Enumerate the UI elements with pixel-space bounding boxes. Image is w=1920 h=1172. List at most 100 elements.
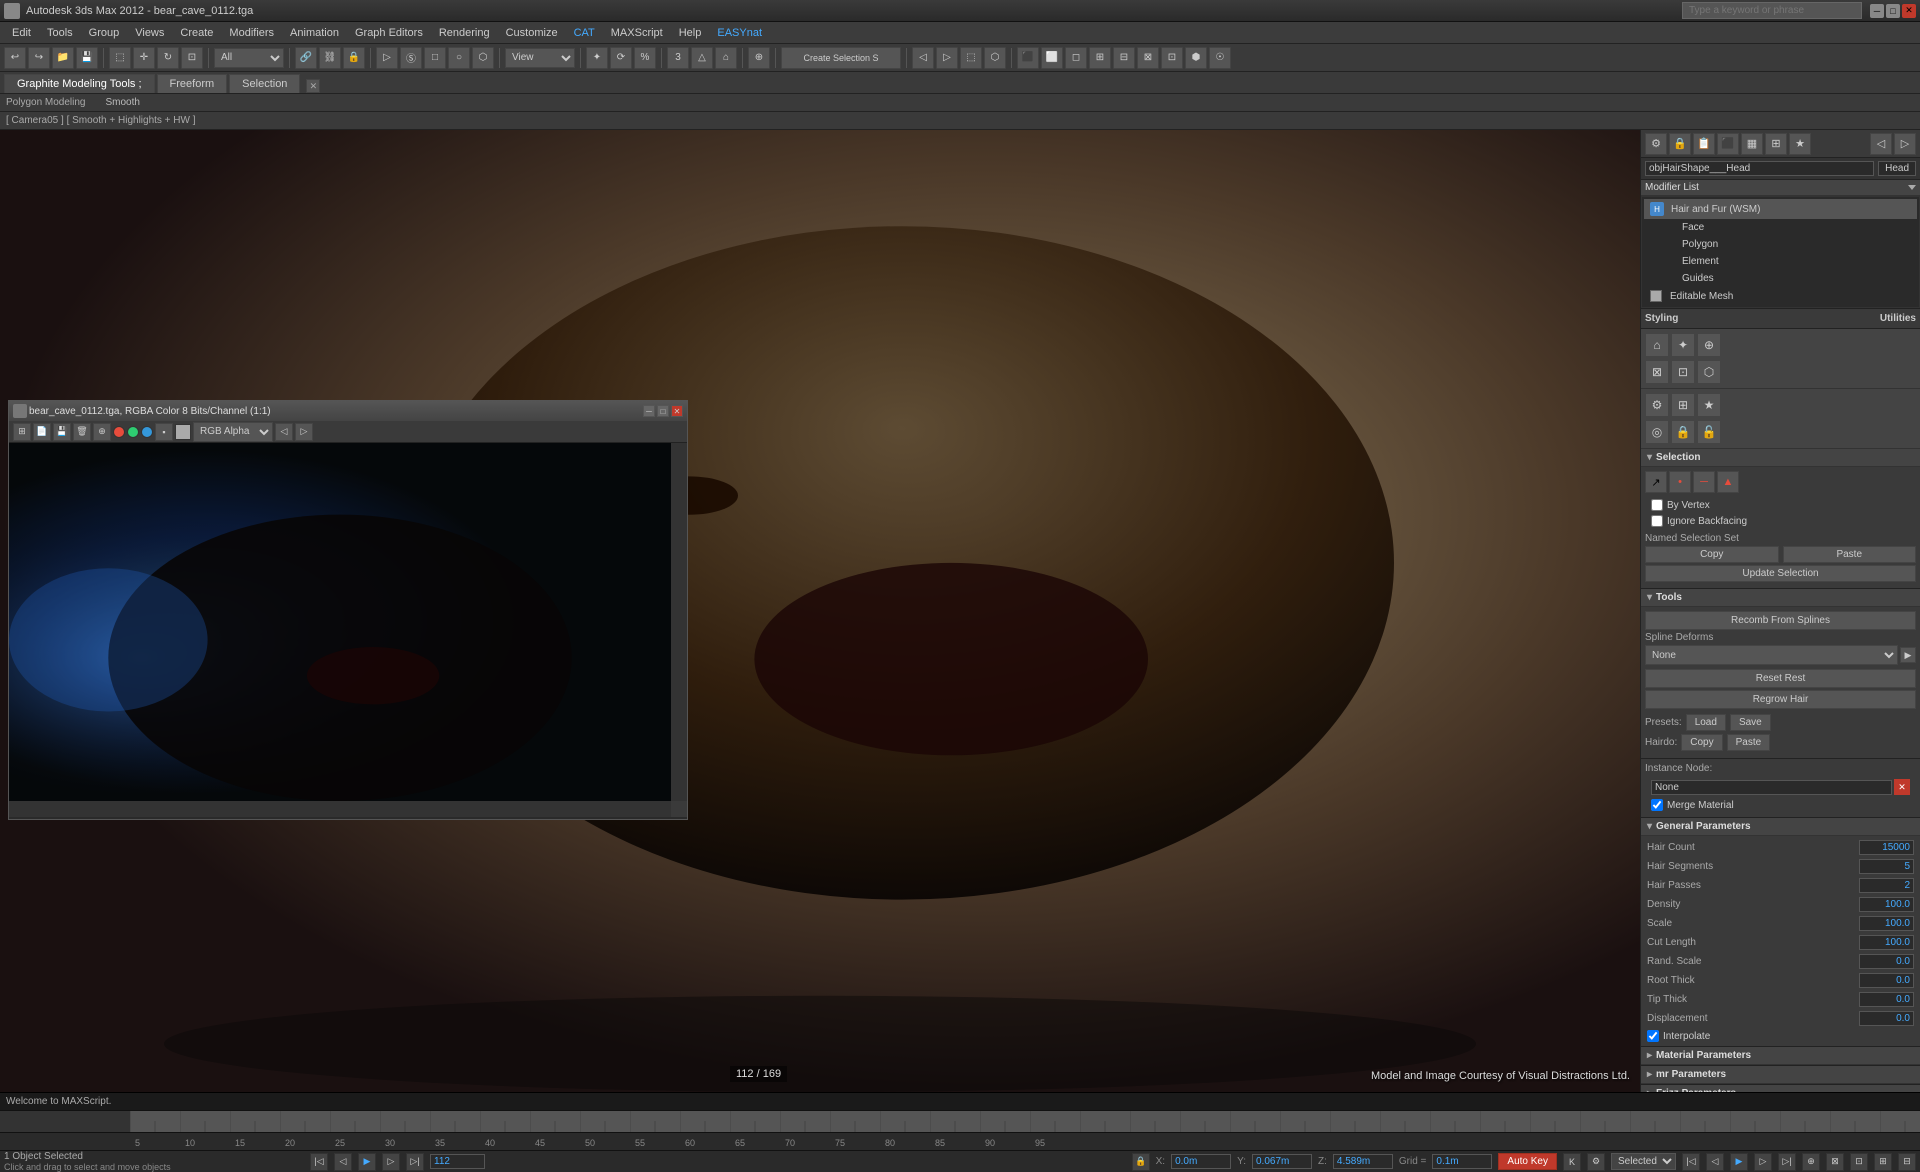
tb-select[interactable]: ⬚ xyxy=(109,47,131,69)
color-mode-select[interactable]: RGB Alpha RGB xyxy=(193,422,273,442)
general-params-collapse[interactable]: ▾ General Parameters xyxy=(1641,818,1920,836)
key-filter-btn[interactable]: ⚙ xyxy=(1587,1153,1605,1171)
close-button[interactable]: ✕ xyxy=(1902,4,1916,18)
tb-render8[interactable]: ⬢ xyxy=(1185,47,1207,69)
fi-trash[interactable]: 🗑 xyxy=(73,423,91,441)
z-input[interactable] xyxy=(1333,1154,1393,1169)
tb-render3[interactable]: ◻ xyxy=(1065,47,1087,69)
pb-extra2[interactable]: ◁ xyxy=(1706,1153,1724,1171)
fi-nav-prev[interactable]: ◁ xyxy=(275,423,293,441)
modifier-item-polygon[interactable]: Polygon xyxy=(1644,236,1917,253)
fi-copy[interactable]: ⊕ xyxy=(93,423,111,441)
selection-paste-btn[interactable]: Paste xyxy=(1783,546,1917,563)
tb-named2[interactable]: ▷ xyxy=(936,47,958,69)
tb-render9[interactable]: ☉ xyxy=(1209,47,1231,69)
obj-name-input[interactable] xyxy=(1645,161,1874,176)
fi-save[interactable]: 💾 xyxy=(53,423,71,441)
tb-render6[interactable]: ⊠ xyxy=(1137,47,1159,69)
tb-circ-sel[interactable]: ○ xyxy=(448,47,470,69)
tb-bind[interactable]: 🔒 xyxy=(343,47,365,69)
modifier-item-hairfur[interactable]: H Hair and Fur (WSM) xyxy=(1644,199,1917,219)
tb-magnet[interactable]: ⊕ xyxy=(748,47,770,69)
viewport-area[interactable]: bear_cave_0112.tga, RGBA Color 8 Bits/Ch… xyxy=(0,130,1640,1092)
hair-passes-input[interactable] xyxy=(1859,878,1914,893)
menu-animation[interactable]: Animation xyxy=(282,25,347,41)
reset-rest-btn[interactable]: Reset Rest xyxy=(1645,669,1916,688)
search-input[interactable] xyxy=(1682,2,1862,19)
x-input[interactable] xyxy=(1171,1154,1231,1169)
sel-icon-edge[interactable]: ─ xyxy=(1693,471,1715,493)
tb-3d[interactable]: 3 xyxy=(667,47,689,69)
util-icon-4[interactable]: ◎ xyxy=(1645,420,1669,444)
tools-collapse[interactable]: ▾ Tools xyxy=(1641,589,1920,607)
tb-render1[interactable]: ⬛ xyxy=(1017,47,1039,69)
tb-move[interactable]: ✛ xyxy=(133,47,155,69)
style-icon-5[interactable]: ⊡ xyxy=(1671,360,1695,384)
tb-undo[interactable]: ↩ xyxy=(4,47,26,69)
float-maximize-btn[interactable]: □ xyxy=(657,405,669,417)
mr-params-collapse[interactable]: ▸ mr Parameters xyxy=(1641,1066,1920,1084)
root-thick-input[interactable] xyxy=(1859,973,1914,988)
hairdo-paste-btn[interactable]: Paste xyxy=(1727,734,1771,751)
merge-material-checkbox[interactable] xyxy=(1651,799,1663,811)
pt-icon-1[interactable]: ⚙ xyxy=(1645,133,1667,155)
tb-percent[interactable]: % xyxy=(634,47,656,69)
grid-input[interactable] xyxy=(1432,1154,1492,1169)
hair-segments-input[interactable] xyxy=(1859,859,1914,874)
menu-help[interactable]: Help xyxy=(671,25,710,41)
pb-extra5[interactable]: ▷| xyxy=(1778,1153,1796,1171)
menu-easynat[interactable]: EASYnat xyxy=(709,25,770,41)
minimize-button[interactable]: ─ xyxy=(1870,4,1884,18)
material-params-collapse[interactable]: ▸ Material Parameters xyxy=(1641,1047,1920,1065)
interpolate-checkbox[interactable] xyxy=(1647,1030,1659,1042)
menu-tools[interactable]: Tools xyxy=(39,25,81,41)
color-dot-blue[interactable] xyxy=(141,426,153,438)
menu-graph-editors[interactable]: Graph Editors xyxy=(347,25,431,41)
pb-extra3[interactable]: ▶ xyxy=(1730,1153,1748,1171)
pb-extra4[interactable]: ▷ xyxy=(1754,1153,1772,1171)
pb-extra7[interactable]: ⊠ xyxy=(1826,1153,1844,1171)
menu-group[interactable]: Group xyxy=(81,25,128,41)
rand-scale-input[interactable] xyxy=(1859,954,1914,969)
right-scroll-area[interactable]: Modifier List H Hair and Fur (WSM) Face xyxy=(1641,180,1920,1092)
selection-copy-btn[interactable]: Copy xyxy=(1645,546,1779,563)
menu-create[interactable]: Create xyxy=(172,25,221,41)
float-horizontal-scrollbar[interactable] xyxy=(9,801,671,817)
tip-thick-input[interactable] xyxy=(1859,992,1914,1007)
create-selection-btn[interactable]: Create Selection S xyxy=(781,47,901,69)
ignore-backfacing-checkbox[interactable] xyxy=(1651,515,1663,527)
modifier-item-face[interactable]: Face xyxy=(1644,219,1917,236)
menu-rendering[interactable]: Rendering xyxy=(431,25,498,41)
pt-icon-2[interactable]: 🔒 xyxy=(1669,133,1691,155)
displacement-input[interactable] xyxy=(1859,1011,1914,1026)
style-icon-6[interactable]: ⬡ xyxy=(1697,360,1721,384)
tab-selection[interactable]: Selection xyxy=(229,74,300,93)
pt-icon-right1[interactable]: ◁ xyxy=(1870,133,1892,155)
tb-select-obj[interactable]: ▷ xyxy=(376,47,398,69)
menu-modifiers[interactable]: Modifiers xyxy=(221,25,282,41)
tab-close-btn[interactable]: ✕ xyxy=(306,79,320,93)
update-selection-btn[interactable]: Update Selection xyxy=(1645,565,1916,582)
cut-length-input[interactable] xyxy=(1859,935,1914,950)
modifier-item-element[interactable]: Element xyxy=(1644,253,1917,270)
fi-nav-next[interactable]: ▷ xyxy=(295,423,313,441)
menu-customize[interactable]: Customize xyxy=(498,25,566,41)
style-icon-1[interactable]: ⌂ xyxy=(1645,333,1669,357)
menu-maxscript[interactable]: MAXScript xyxy=(603,25,671,41)
selection-collapse[interactable]: ▾ Selection xyxy=(1641,449,1920,467)
by-vertex-checkbox[interactable] xyxy=(1651,499,1663,511)
color-dot-green[interactable] xyxy=(127,426,139,438)
save-preset-btn[interactable]: Save xyxy=(1730,714,1771,731)
pt-icon-4[interactable]: ⬛ xyxy=(1717,133,1739,155)
style-icon-3[interactable]: ⊕ xyxy=(1697,333,1721,357)
modifier-item-editable-mesh[interactable]: Editable Mesh xyxy=(1644,287,1917,305)
editable-mesh-checkbox[interactable] xyxy=(1650,290,1662,302)
maximize-button[interactable]: □ xyxy=(1886,4,1900,18)
tb-save[interactable]: 💾 xyxy=(76,47,98,69)
instance-input[interactable] xyxy=(1651,780,1892,795)
float-close-btn[interactable]: ✕ xyxy=(671,405,683,417)
pt-icon-5[interactable]: ▦ xyxy=(1741,133,1763,155)
pb-extra8[interactable]: ⊡ xyxy=(1850,1153,1868,1171)
tb-open[interactable]: 📁 xyxy=(52,47,74,69)
set-key-btn[interactable]: K xyxy=(1563,1153,1581,1171)
